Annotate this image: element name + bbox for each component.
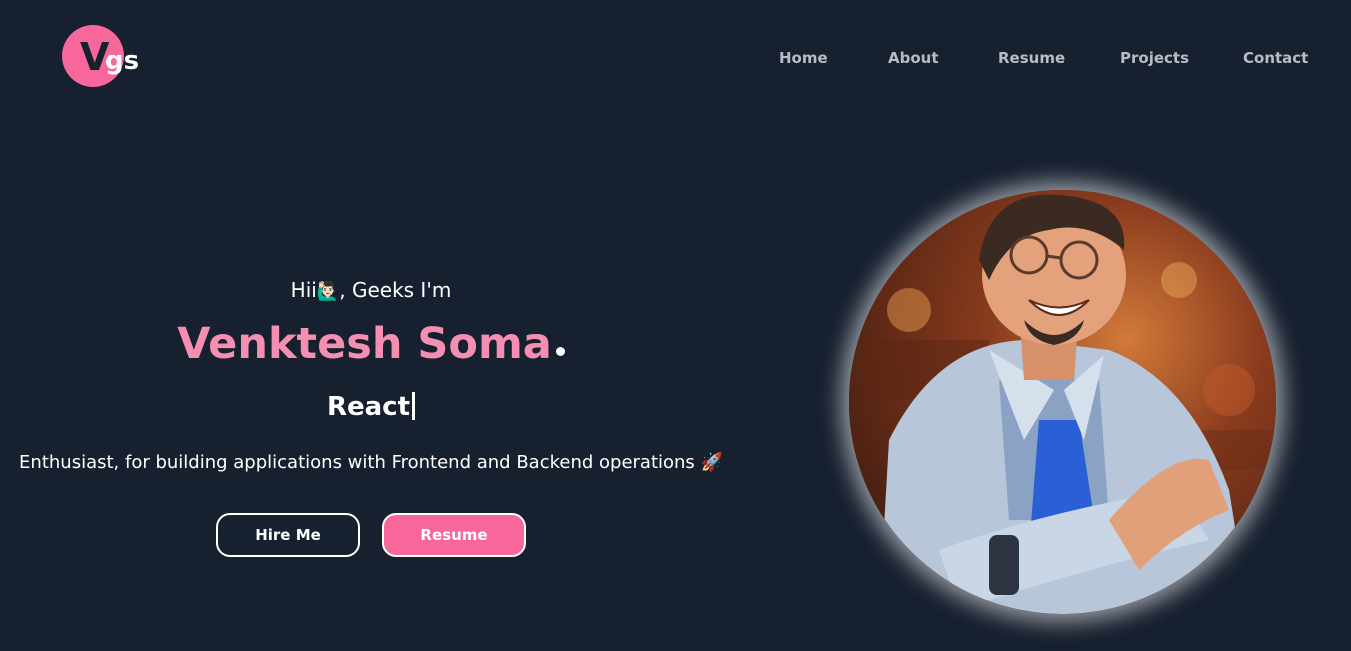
name-heading: Venktesh Soma [0,318,742,379]
typing-cursor [412,392,416,420]
greeting: Hii🙋🏻‍♂️, Geeks I'm [0,278,742,304]
greeting-prefix: Hii [290,278,317,302]
name-dot [555,347,565,356]
resume-button[interactable]: Resume [382,513,526,557]
hero-name: Venktesh Soma [177,319,552,369]
main-nav: Home About Resume Projects Contact [0,48,1351,70]
nav-about[interactable]: About [888,48,939,68]
nav-projects[interactable]: Projects [1120,48,1189,68]
greeting-suffix: , Geeks I'm [339,278,452,302]
typed-role: React [0,390,742,424]
nav-resume[interactable]: Resume [998,48,1065,68]
page: V gs Home About Resume Projects Contact … [0,0,1351,651]
raising-hand-icon: 🙋🏻‍♂️ [316,281,340,302]
profile-avatar [849,190,1276,614]
profile-illustration-icon [849,190,1276,614]
nav-home[interactable]: Home [779,48,828,68]
hire-me-button[interactable]: Hire Me [216,513,360,557]
hero-tagline: Enthusiast, for building applications wi… [19,452,723,473]
typed-role-text: React [326,392,411,422]
nav-contact[interactable]: Contact [1243,48,1308,68]
